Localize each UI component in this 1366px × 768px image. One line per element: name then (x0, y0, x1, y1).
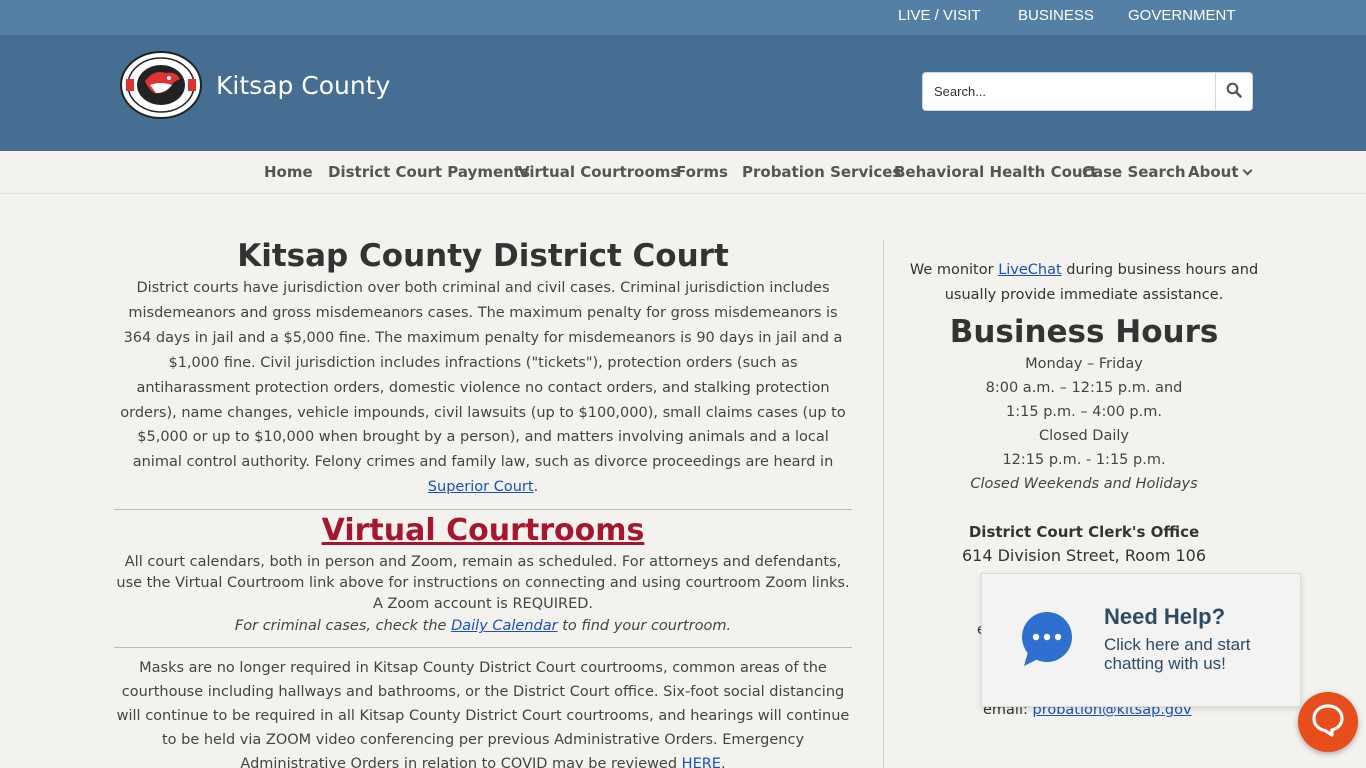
superior-court-link[interactable]: Superior Court (428, 479, 534, 495)
search-button[interactable] (1215, 73, 1252, 110)
nav-item-about[interactable]: About (1188, 163, 1252, 181)
column-divider (883, 240, 884, 768)
topbar-link-business[interactable]: BUSINESS (1018, 7, 1094, 24)
topbar-link-government[interactable]: GOVERNMENT (1128, 7, 1236, 24)
section-divider (114, 647, 852, 649)
search-icon (1226, 82, 1242, 102)
need-help-chat-popup[interactable]: Need Help? Click here and start chatting… (981, 573, 1301, 707)
livechat-icon (1311, 703, 1345, 741)
sidebar: We monitor LiveChat during business hour… (900, 258, 1268, 718)
nav-item-case-search[interactable]: Case Search (1082, 163, 1186, 181)
chat-bubble-icon (1020, 612, 1076, 672)
business-hours-heading: Business Hours (949, 314, 1219, 350)
utility-bar: LIVE / VISIT BUSINESS GOVERNMENT (0, 0, 1366, 35)
livechat-pre: We monitor (909, 262, 999, 278)
business-hours-line: 12:15 p.m. - 1:15 p.m. (1002, 452, 1166, 468)
topbar-link-live-visit[interactable]: LIVE / VISIT (898, 7, 981, 24)
nav-item-home[interactable]: Home (264, 163, 313, 181)
nav-item-about-label: About (1188, 163, 1239, 181)
nav-item-forms[interactable]: Forms (676, 163, 728, 181)
chevron-down-icon (1242, 165, 1252, 176)
business-hours-line: Closed Daily (1038, 428, 1129, 444)
masks-text: Masks are no longer required in Kitsap C… (116, 660, 850, 768)
intro-end: . (533, 479, 539, 496)
county-seal-logo[interactable] (120, 51, 202, 119)
covid-orders-here-link[interactable]: HERE (682, 756, 721, 768)
livechat-launcher-button[interactable] (1298, 692, 1358, 752)
livechat-note: We monitor LiveChat during business hour… (900, 258, 1268, 308)
business-hours-line: 8:00 a.m. – 12:15 p.m. and (985, 380, 1183, 396)
page-title: Kitsap County District Court (237, 238, 729, 274)
daily-calendar-post: to find your courtroom. (557, 618, 732, 635)
clerk-office-address: 614 Division Street, Room 106 (961, 546, 1207, 565)
search-input[interactable] (924, 74, 1216, 109)
masks-end: . (720, 756, 726, 768)
virtual-courtrooms-paragraph: All court calendars, both in person and … (116, 554, 850, 613)
main-navigation: Home District Court Payments Virtual Cou… (0, 151, 1366, 194)
main-content: Kitsap County District Court District co… (114, 228, 852, 768)
livechat-link[interactable]: LiveChat (998, 262, 1062, 278)
masks-paragraph: Masks are no longer required in Kitsap C… (114, 656, 852, 768)
section-divider (114, 509, 852, 511)
site-brand-name[interactable]: Kitsap County (216, 71, 390, 100)
business-hours-line: 1:15 p.m. – 4:00 p.m. (1006, 404, 1162, 420)
nav-item-virtual-courtrooms[interactable]: Virtual Courtrooms (518, 163, 679, 181)
closed-weekends-note: Closed Weekends and Holidays (970, 476, 1198, 492)
clerk-office-heading: District Court Clerk's Office (968, 523, 1200, 541)
nav-item-district-court-payments[interactable]: District Court Payments (328, 163, 530, 181)
daily-calendar-pre: For criminal cases, check the (234, 618, 452, 635)
help-popup-subtitle: Click here and start chatting with us! (1104, 635, 1251, 673)
nav-item-behavioral-health-court[interactable]: Behavioral Health Court (894, 163, 1097, 181)
daily-calendar-link[interactable]: Daily Calendar (451, 618, 558, 634)
help-popup-title: Need Help? (1104, 604, 1226, 629)
daily-calendar-note: For criminal cases, check the Daily Cale… (114, 615, 852, 637)
intro-paragraph: District courts have jurisdiction over b… (114, 276, 852, 500)
search-form (922, 72, 1253, 111)
business-hours-line: Monday – Friday (1025, 356, 1143, 372)
nav-item-probation-services[interactable]: Probation Services (742, 163, 901, 181)
virtual-courtrooms-heading-link[interactable]: Virtual Courtrooms (114, 511, 852, 551)
site-header: Kitsap County (0, 35, 1366, 151)
intro-text: District courts have jurisdiction over b… (120, 280, 846, 471)
